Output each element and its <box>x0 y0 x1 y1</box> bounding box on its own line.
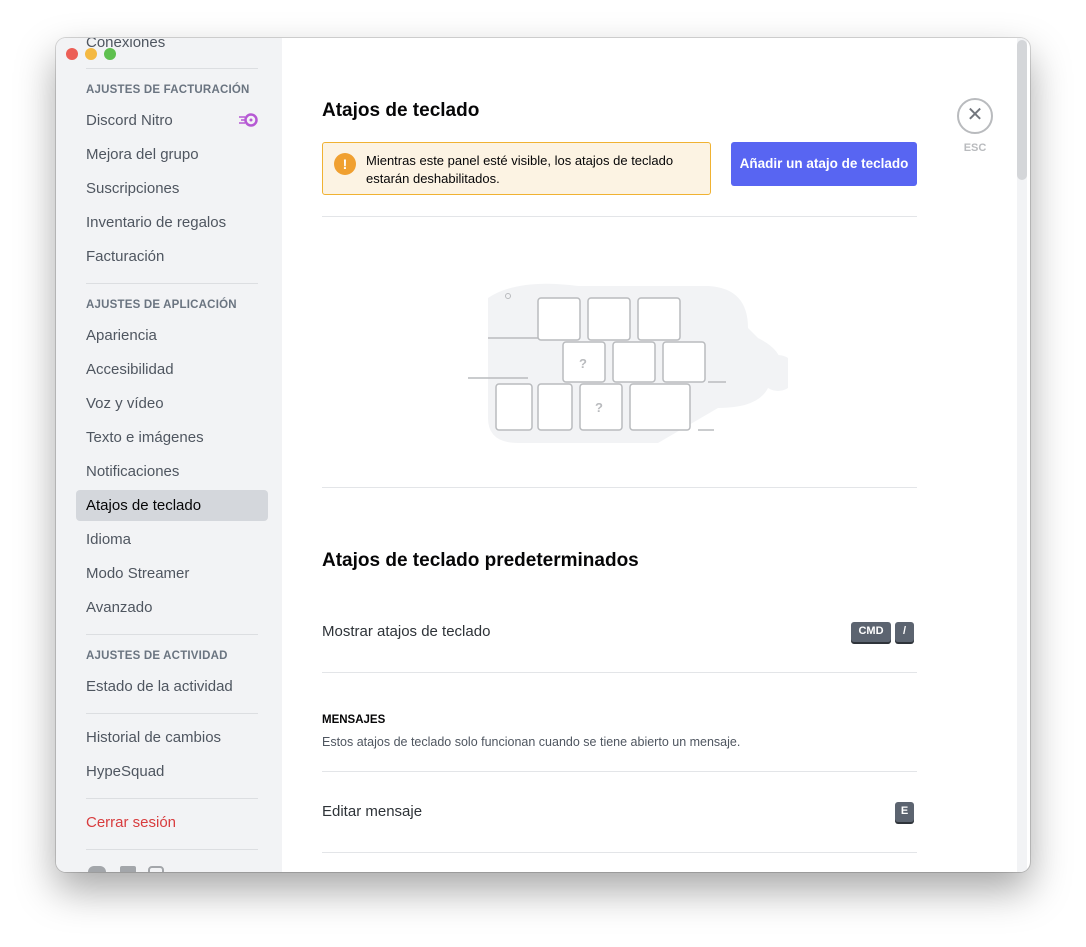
sidebar-item-nitro[interactable]: Discord Nitro <box>76 105 268 136</box>
warning-text: Mientras este panel esté visible, los at… <box>366 153 674 186</box>
messages-header: MENSAJES <box>322 714 386 726</box>
divider <box>86 283 258 284</box>
sidebar: Conexiones AJUSTES DE FACTURACIÓN Discor… <box>56 38 282 872</box>
svg-text:?: ? <box>579 356 587 371</box>
close-button[interactable]: ✕ <box>957 98 993 134</box>
sidebar-item-changelog[interactable]: Historial de cambios <box>76 722 268 753</box>
divider <box>86 798 258 799</box>
divider <box>86 849 258 850</box>
sidebar-item-hypesquad[interactable]: HypeSquad <box>76 756 268 787</box>
sidebar-item-streamer-mode[interactable]: Modo Streamer <box>76 558 268 589</box>
key-cmd: CMD <box>851 622 891 642</box>
close-window-button[interactable] <box>66 48 78 60</box>
sidebar-item-advanced[interactable]: Avanzado <box>76 592 268 623</box>
page-title: Atajos de teclado <box>322 100 480 121</box>
billing-header: AJUSTES DE FACTURACIÓN <box>86 84 250 96</box>
key-e: E <box>895 802 914 822</box>
instagram-icon[interactable] <box>148 866 164 872</box>
sidebar-item-keybinds[interactable]: Atajos de teclado <box>76 490 268 521</box>
warning-icon: ! <box>334 153 356 175</box>
esc-label: ESC <box>963 142 987 154</box>
divider <box>86 713 258 714</box>
messages-description: Estos atajos de teclado solo funcionan c… <box>322 735 741 749</box>
nitro-icon <box>239 113 258 127</box>
sidebar-item-appearance[interactable]: Apariencia <box>76 320 268 351</box>
sidebar-item-notifications[interactable]: Notificaciones <box>76 456 268 487</box>
settings-window: Conexiones AJUSTES DE FACTURACIÓN Discor… <box>56 38 1030 872</box>
app-settings-header: AJUSTES DE APLICACIÓN <box>86 299 237 311</box>
svg-text:?: ? <box>595 400 603 415</box>
minimize-window-button[interactable] <box>85 48 97 60</box>
shortcut-label: Mostrar atajos de teclado <box>322 623 491 640</box>
divider <box>86 634 258 635</box>
keyboard-illustration: ? ? <box>468 283 788 443</box>
sidebar-item-group-boost[interactable]: Mejora del grupo <box>76 139 268 170</box>
divider <box>322 216 917 217</box>
facebook-icon[interactable] <box>120 866 136 872</box>
content: Atajos de teclado ! Mientras este panel … <box>282 38 1030 872</box>
warning-notice: ! Mientras este panel esté visible, los … <box>322 142 711 195</box>
activity-header: AJUSTES DE ACTIVIDAD <box>86 650 228 662</box>
maximize-window-button[interactable] <box>104 48 116 60</box>
shortcut-label: Editar mensaje <box>322 803 423 820</box>
sidebar-item-accessibility[interactable]: Accesibilidad <box>76 354 268 385</box>
twitter-icon[interactable] <box>88 866 106 872</box>
divider <box>322 672 917 673</box>
sidebar-item-subscriptions[interactable]: Suscripciones <box>76 173 268 204</box>
divider <box>86 68 258 69</box>
defaults-title: Atajos de teclado predeterminados <box>322 550 639 571</box>
close-icon: ✕ <box>966 104 984 126</box>
key-slash: / <box>895 622 914 642</box>
sidebar-item-activity-status[interactable]: Estado de la actividad <box>76 671 268 702</box>
divider <box>322 771 917 772</box>
scrollbar-thumb[interactable] <box>1017 40 1027 180</box>
divider <box>322 487 917 488</box>
sidebar-item-billing[interactable]: Facturación <box>76 241 268 272</box>
label: Discord Nitro <box>86 112 173 129</box>
divider <box>322 852 917 853</box>
add-keybind-button[interactable]: Añadir un atajo de teclado <box>731 142 917 186</box>
logout-button[interactable]: Cerrar sesión <box>76 807 268 838</box>
sidebar-item-text-images[interactable]: Texto e imágenes <box>76 422 268 453</box>
sidebar-item-language[interactable]: Idioma <box>76 524 268 555</box>
sidebar-item-gift-inventory[interactable]: Inventario de regalos <box>76 207 268 238</box>
sidebar-item-voice-video[interactable]: Voz y vídeo <box>76 388 268 419</box>
